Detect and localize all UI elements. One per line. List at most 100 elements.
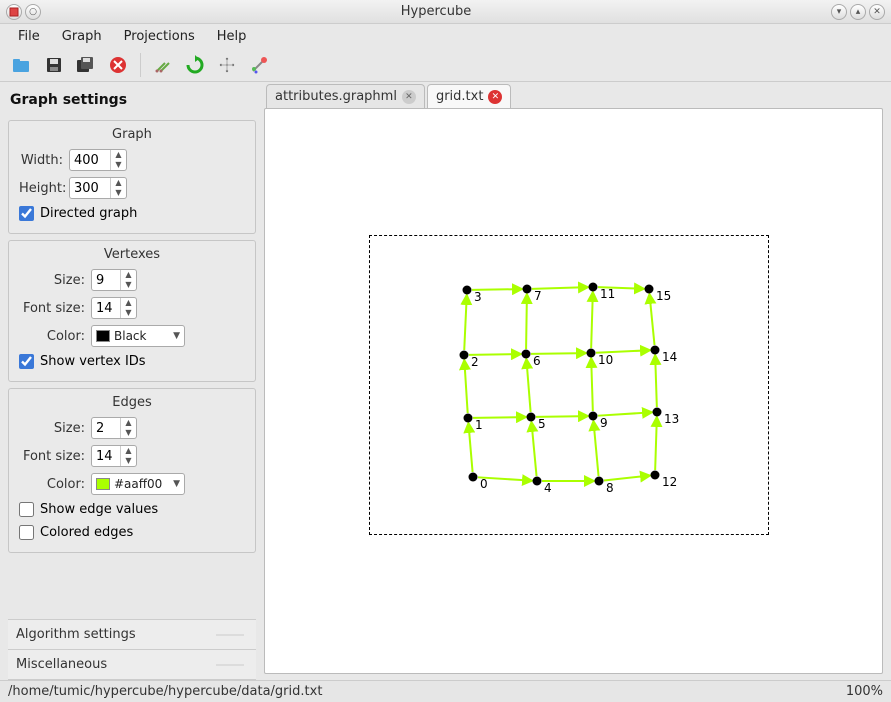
edge-4-5[interactable] xyxy=(531,422,536,476)
edge-12-13[interactable] xyxy=(655,417,657,470)
menu-help[interactable]: Help xyxy=(207,27,257,46)
tab-label: attributes.graphml xyxy=(275,89,397,104)
transform-button[interactable] xyxy=(149,51,177,79)
node-11[interactable] xyxy=(589,283,598,292)
node-label-2: 2 xyxy=(471,355,479,369)
edge-size-input[interactable] xyxy=(92,421,120,436)
colorize-button[interactable] xyxy=(245,51,273,79)
section-tab-misc[interactable]: Miscellaneous xyxy=(8,650,256,680)
content-area: attributes.graphml✕grid.txt✕ 04812159132… xyxy=(264,82,891,680)
app-menu-button[interactable] xyxy=(6,4,22,20)
window-pin-button[interactable]: ○ xyxy=(25,4,41,20)
tabbar: attributes.graphml✕grid.txt✕ xyxy=(264,82,883,108)
panel-vertexes: Vertexes Size: ▲▼ Font size: ▲▼ Color: B… xyxy=(8,240,256,382)
close-file-button[interactable] xyxy=(104,51,132,79)
width-input[interactable] xyxy=(70,153,110,168)
sidebar-section-tabs: Algorithm settings Miscellaneous xyxy=(8,619,256,680)
height-input[interactable] xyxy=(70,181,110,196)
node-label-15: 15 xyxy=(656,289,671,303)
save-button[interactable] xyxy=(40,51,68,79)
toolbar-separator xyxy=(140,53,141,77)
save-all-button[interactable] xyxy=(72,51,100,79)
node-1[interactable] xyxy=(464,414,473,423)
node-14[interactable] xyxy=(651,346,660,355)
show-ids-checkbox[interactable] xyxy=(19,354,34,369)
node-label-0: 0 xyxy=(480,477,488,491)
close-window-button[interactable]: ✕ xyxy=(869,4,885,20)
edge-8-9[interactable] xyxy=(593,421,598,476)
menu-projections[interactable]: Projections xyxy=(114,27,205,46)
edge-2-3[interactable] xyxy=(464,295,467,350)
edge-color-combo[interactable]: #aaff00▼ xyxy=(91,473,185,495)
node-label-5: 5 xyxy=(538,417,546,431)
edge-14-15[interactable] xyxy=(649,294,654,345)
edge-0-1[interactable] xyxy=(468,423,472,472)
edge-5-6[interactable] xyxy=(526,359,530,412)
open-button[interactable] xyxy=(8,51,36,79)
node-5[interactable] xyxy=(527,413,536,422)
node-2[interactable] xyxy=(460,351,469,360)
edge-size-stepper[interactable]: ▲▼ xyxy=(91,417,137,439)
vertex-color-combo[interactable]: Black▼ xyxy=(91,325,185,347)
show-edge-values-checkbox[interactable] xyxy=(19,502,34,517)
edge-font-label: Font size: xyxy=(19,449,85,464)
node-label-14: 14 xyxy=(662,350,677,364)
node-label-6: 6 xyxy=(533,354,541,368)
width-stepper[interactable]: ▲▼ xyxy=(69,149,127,171)
tab-attributes-graphml[interactable]: attributes.graphml ✕ xyxy=(266,84,425,108)
menu-file[interactable]: File xyxy=(8,27,50,46)
node-0[interactable] xyxy=(469,473,478,482)
section-tab-algorithm[interactable]: Algorithm settings xyxy=(8,620,256,650)
edge-13-14[interactable] xyxy=(655,355,657,407)
directed-checkbox[interactable] xyxy=(19,206,34,221)
vertex-font-input[interactable] xyxy=(92,301,120,316)
edge-6-7[interactable] xyxy=(526,294,527,349)
edge-size-label: Size: xyxy=(19,421,85,436)
node-label-10: 10 xyxy=(598,353,613,367)
edge-font-input[interactable] xyxy=(92,449,120,464)
tab-grid-txt[interactable]: grid.txt✕ xyxy=(427,84,511,108)
reload-button[interactable] xyxy=(181,51,209,79)
panel-edges: Edges Size: ▲▼ Font size: ▲▼ Color: #aaf… xyxy=(8,388,256,553)
graph-canvas[interactable]: 0481215913261014371115 xyxy=(264,108,883,674)
node-12[interactable] xyxy=(651,471,660,480)
height-stepper[interactable]: ▲▼ xyxy=(69,177,127,199)
edge-font-stepper[interactable]: ▲▼ xyxy=(91,445,137,467)
tab-close-icon[interactable]: ✕ xyxy=(402,90,416,104)
node-9[interactable] xyxy=(589,412,598,421)
vertex-size-input[interactable] xyxy=(92,273,120,288)
project-button[interactable] xyxy=(213,51,241,79)
vertex-size-stepper[interactable]: ▲▼ xyxy=(91,269,137,291)
window-title: Hypercube xyxy=(44,4,828,19)
node-4[interactable] xyxy=(533,477,542,486)
node-label-1: 1 xyxy=(475,418,483,432)
vertex-color-name: Black xyxy=(114,329,169,343)
edge-9-10[interactable] xyxy=(591,358,593,411)
edge-color-label: Color: xyxy=(19,477,85,492)
panel-graph-header: Graph xyxy=(9,121,255,146)
node-6[interactable] xyxy=(522,350,531,359)
node-10[interactable] xyxy=(587,349,596,358)
vertex-font-stepper[interactable]: ▲▼ xyxy=(91,297,137,319)
edge-color-name: #aaff00 xyxy=(114,477,169,491)
node-8[interactable] xyxy=(595,477,604,486)
status-zoom: 100% xyxy=(846,684,883,699)
graph-svg[interactable]: 0481215913261014371115 xyxy=(265,109,875,669)
node-7[interactable] xyxy=(523,285,532,294)
minimize-button[interactable]: ▾ xyxy=(831,4,847,20)
menu-graph[interactable]: Graph xyxy=(52,27,112,46)
edge-1-2[interactable] xyxy=(464,360,467,413)
node-15[interactable] xyxy=(645,285,654,294)
tab-close-icon[interactable]: ✕ xyxy=(488,90,502,104)
edge-8-12[interactable] xyxy=(604,476,650,481)
node-3[interactable] xyxy=(463,286,472,295)
edge-10-11[interactable] xyxy=(591,292,593,348)
colored-edges-checkbox[interactable] xyxy=(19,525,34,540)
node-label-13: 13 xyxy=(664,412,679,426)
titlebar: ○ Hypercube ▾ ▴ ✕ xyxy=(0,0,891,24)
node-13[interactable] xyxy=(653,408,662,417)
toolbar xyxy=(0,48,891,82)
maximize-button[interactable]: ▴ xyxy=(850,4,866,20)
node-label-7: 7 xyxy=(534,289,542,303)
vertex-font-label: Font size: xyxy=(19,301,85,316)
